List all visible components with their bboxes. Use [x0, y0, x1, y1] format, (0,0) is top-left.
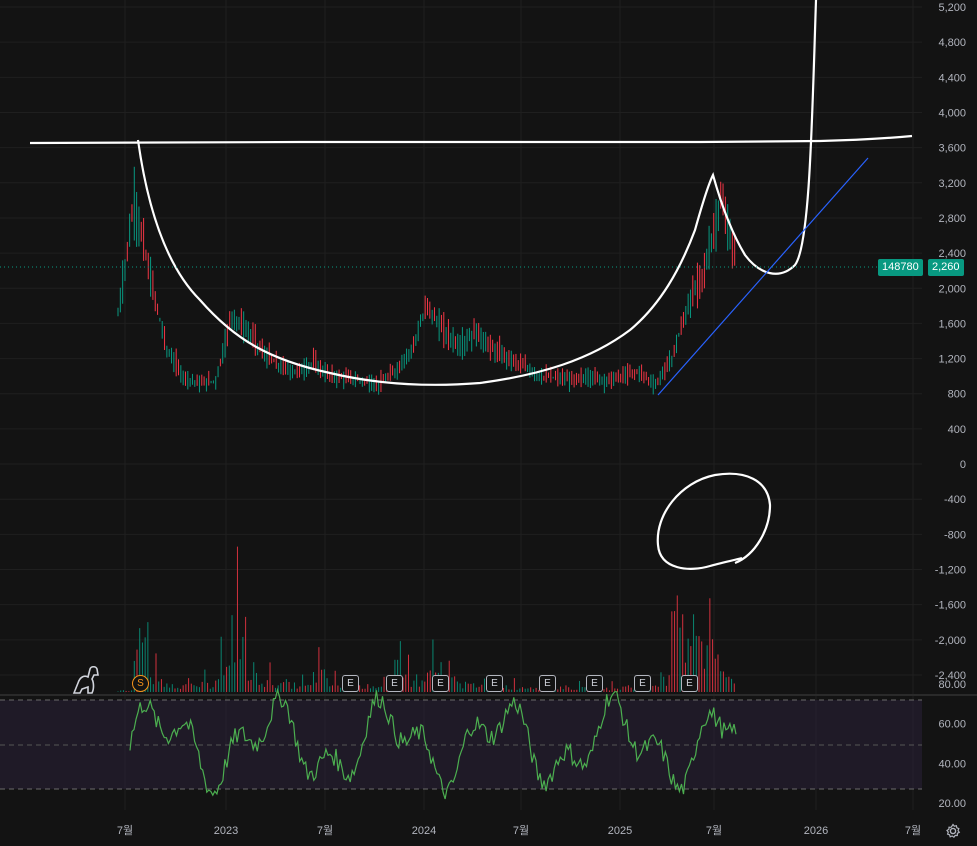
y-axis-tick-label: -400	[944, 494, 966, 506]
last-price-badge: 2,260	[928, 259, 964, 276]
rsi-tick-label: 80.00	[938, 679, 966, 691]
rsi-tick-label: 60.00	[938, 719, 966, 731]
x-axis-tick-label: 2026	[804, 825, 828, 837]
y-axis-tick-label: 4,400	[938, 72, 966, 84]
x-axis-tick-label: 7월	[117, 824, 133, 837]
x-axis-tick-label: 2025	[608, 825, 632, 837]
x-axis: 7월 2023 7월 2024 7월 2025 7월 2026 7월	[117, 824, 921, 837]
earnings-marker[interactable]: E	[539, 675, 556, 692]
rsi-y-axis: 80.00 60.00 40.00 20.00	[938, 679, 966, 810]
y-axis-tick-label: 1,600	[938, 318, 966, 330]
y-axis-tick-label: -1,600	[935, 600, 966, 612]
trendline-drawing[interactable]	[657, 157, 869, 396]
y-axis-tick-label: 0	[960, 459, 966, 471]
earnings-marker[interactable]: E	[432, 675, 449, 692]
y-axis-tick-label: -1,200	[935, 565, 966, 577]
earnings-marker[interactable]: E	[342, 675, 359, 692]
rsi-tick-label: 40.00	[938, 758, 966, 770]
y-axis-tick-label: 3,200	[938, 178, 966, 190]
y-axis-tick-label: -2,000	[935, 635, 966, 647]
earnings-marker[interactable]: E	[386, 675, 403, 692]
x-axis-tick-label: 7월	[317, 824, 333, 837]
y-axis-tick-label: 800	[948, 389, 966, 401]
y-axis-tick-label: 5,200	[938, 2, 966, 14]
rsi-tick-label: 20.00	[938, 798, 966, 810]
earnings-marker[interactable]: E	[486, 675, 503, 692]
x-axis-tick-label: 2024	[412, 825, 436, 837]
price-candles	[117, 166, 736, 395]
y-axis-tick-label: 3,600	[938, 143, 966, 155]
chart-svg[interactable]: 5,2004,8004,4004,0003,6003,2002,8002,400…	[0, 0, 977, 841]
y-axis-tick-label: -800	[944, 529, 966, 541]
dino-logo-icon	[72, 665, 99, 694]
settings-icon[interactable]	[945, 823, 961, 839]
y-axis-tick-label: 1,200	[938, 354, 966, 366]
resistance-line-drawing[interactable]	[29, 134, 913, 145]
x-axis-tick-label: 7월	[706, 824, 722, 837]
y-axis-tick-label: 4,800	[938, 37, 966, 49]
volume-bars	[117, 546, 735, 692]
y-axis-tick-label: 4,000	[938, 107, 966, 119]
y-axis-tick-label: 400	[948, 424, 966, 436]
earnings-marker[interactable]: E	[586, 675, 603, 692]
x-axis-tick-label: 7월	[905, 824, 921, 837]
y-axis-tick-label: 2,800	[938, 213, 966, 225]
earnings-marker[interactable]: E	[634, 675, 651, 692]
earnings-marker[interactable]: E	[681, 675, 698, 692]
y-axis-tick-label: 2,000	[938, 283, 966, 295]
x-axis-tick-label: 2023	[214, 825, 238, 837]
volume-badge: 148780	[878, 259, 923, 276]
y-axis: 5,2004,8004,4004,0003,6003,2002,8002,400…	[935, 2, 966, 682]
x-axis-tick-label: 7월	[513, 824, 529, 837]
split-marker[interactable]: S	[132, 675, 149, 692]
chart-area[interactable]: 5,200 4,800 4,400 4,000 3,600 3,200 2,800 2,400…	[0, 0, 977, 841]
